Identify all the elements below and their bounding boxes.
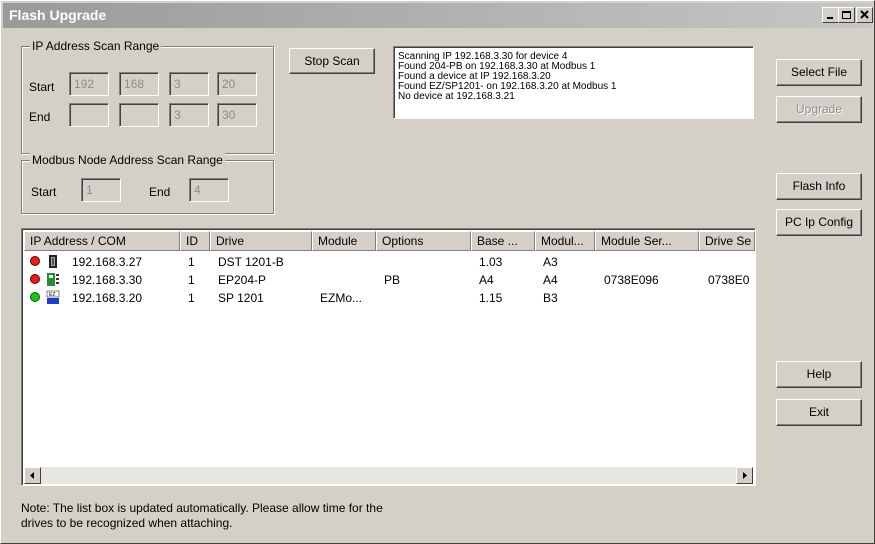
ip-end-octet-1[interactable]: [69, 103, 109, 127]
ip-start-label: Start: [29, 80, 55, 94]
cell-id: 1: [188, 255, 195, 269]
stop-scan-button[interactable]: Stop Scan: [289, 48, 375, 74]
status-red-icon: [30, 274, 40, 284]
scan-log: Scanning IP 192.168.3.30 for device 4 Fo…: [393, 46, 754, 119]
dst-drive-icon: [49, 255, 57, 268]
column-header-drive-serial[interactable]: Drive Se: [699, 231, 755, 251]
note-line: drives to be recognized when attaching.: [21, 516, 233, 530]
cell-ip: 192.168.3.27: [72, 255, 143, 269]
ep-drive-icon: [47, 273, 59, 286]
close-button[interactable]: [856, 7, 873, 23]
cell-modul: A4: [543, 273, 558, 287]
minimize-button[interactable]: [822, 7, 839, 23]
table-row[interactable]: 192.168.3.27 1 DST 1201-B 1.03 A3: [24, 253, 755, 271]
pc-ip-config-button[interactable]: PC Ip Config: [776, 209, 862, 236]
modbus-end-field[interactable]: 4: [189, 178, 229, 202]
device-list[interactable]: IP Address / COM ID Drive Module Options…: [21, 228, 756, 486]
maximize-icon: [842, 11, 851, 19]
table-row[interactable]: 192.168.3.30 1 EP204-P PB A4 A4 0738E096…: [24, 271, 755, 289]
modbus-start-label: Start: [31, 185, 57, 199]
cell-drive-serial: 0738E0: [708, 273, 750, 287]
status-green-icon: [30, 292, 40, 302]
device-list-header: IP Address / COM ID Drive Module Options…: [24, 231, 755, 251]
cell-id: 1: [188, 291, 195, 305]
status-red-icon: [30, 256, 40, 266]
svg-text:EZ: EZ: [49, 292, 55, 298]
cell-modul: A3: [543, 255, 558, 269]
cell-module-serial: 0738E096: [604, 273, 659, 287]
select-file-button[interactable]: Select File: [776, 59, 862, 86]
cell-base: A4: [479, 273, 494, 287]
modbus-scan-range-group: Modbus Node Address Scan Range Start 1 E…: [21, 153, 274, 214]
scroll-right-button[interactable]: [736, 467, 753, 484]
minimize-icon: [827, 17, 833, 19]
maximize-button[interactable]: [838, 7, 855, 23]
cell-base: 1.15: [479, 291, 503, 305]
ip-end-label: End: [29, 110, 51, 124]
cell-modul: B3: [543, 291, 558, 305]
column-header-modul[interactable]: Modul...: [535, 231, 595, 251]
cell-drive: DST 1201-B: [218, 255, 284, 269]
note-line: Note: The list box is updated automatica…: [21, 501, 383, 515]
horizontal-scrollbar[interactable]: [24, 467, 753, 484]
cell-drive: EP204-P: [218, 273, 267, 287]
arrow-left-icon: [30, 472, 34, 479]
cell-ip: 192.168.3.20: [72, 291, 143, 305]
log-line: No device at 192.168.3.21: [398, 91, 515, 102]
help-button[interactable]: Help: [776, 361, 862, 388]
ip-end-octet-2[interactable]: [119, 103, 159, 127]
scroll-left-button[interactable]: [24, 467, 41, 484]
cell-module: EZMo...: [320, 291, 363, 305]
column-header-ip[interactable]: IP Address / COM: [24, 231, 180, 251]
ip-start-octet-2[interactable]: 168: [119, 72, 159, 96]
cell-id: 1: [188, 273, 195, 287]
ip-start-octet-4[interactable]: 20: [217, 72, 257, 96]
close-icon: [860, 10, 869, 19]
flash-info-button[interactable]: Flash Info: [776, 173, 862, 200]
flash-upgrade-window: Flash Upgrade IP Address Scan Range Star…: [0, 0, 875, 544]
cell-drive: SP 1201: [218, 291, 264, 305]
ip-end-octet-4[interactable]: 30: [217, 103, 257, 127]
arrow-right-icon: [743, 472, 747, 479]
cell-options: PB: [384, 273, 401, 287]
column-header-id[interactable]: ID: [180, 231, 210, 251]
ip-scan-range-group: IP Address Scan Range Start End 192 168 …: [21, 39, 274, 154]
ez-drive-icon: EZ: [46, 290, 60, 304]
window-title: Flash Upgrade: [9, 7, 107, 23]
cell-ip: 192.168.3.30: [72, 273, 143, 287]
column-header-module[interactable]: Module: [312, 231, 376, 251]
note-text: Note: The list box is updated automatica…: [21, 501, 383, 531]
column-header-options[interactable]: Options: [376, 231, 471, 251]
ip-end-octet-3[interactable]: 3: [169, 103, 209, 127]
ip-start-octet-3[interactable]: 3: [169, 72, 209, 96]
table-row[interactable]: EZ 192.168.3.20 1 SP 1201 EZMo... 1.15 B…: [24, 289, 755, 307]
upgrade-button[interactable]: Upgrade: [776, 96, 862, 123]
ip-start-octet-1[interactable]: 192: [69, 72, 109, 96]
cell-base: 1.03: [479, 255, 503, 269]
exit-button[interactable]: Exit: [776, 399, 862, 426]
title-bar[interactable]: Flash Upgrade: [3, 3, 873, 28]
column-header-base[interactable]: Base ...: [471, 231, 535, 251]
column-header-drive[interactable]: Drive: [210, 231, 312, 251]
column-header-module-serial[interactable]: Module Ser...: [595, 231, 699, 251]
modbus-scan-range-legend: Modbus Node Address Scan Range: [30, 153, 225, 167]
ip-scan-range-legend: IP Address Scan Range: [30, 39, 162, 53]
modbus-start-field[interactable]: 1: [81, 178, 121, 202]
modbus-end-label: End: [149, 185, 171, 199]
